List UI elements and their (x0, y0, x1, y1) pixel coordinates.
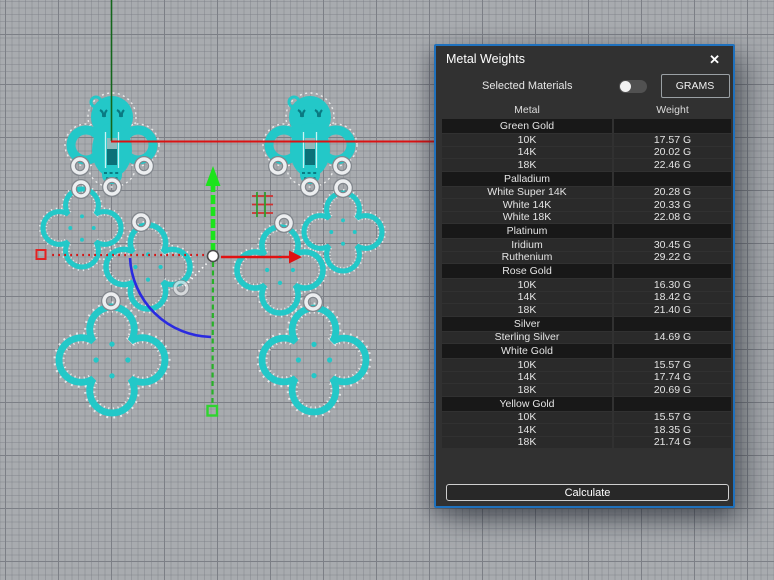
section-header-row: White Gold (442, 344, 731, 358)
clover-left-large[interactable] (59, 307, 165, 413)
panel-controls: Selected Materials GRAMS (436, 72, 733, 100)
metal-weight-row: 10K 17.57 G (442, 134, 731, 146)
metal-weight-row: 18K 21.74 G (442, 436, 731, 448)
metal-weight-row: 18K 22.46 G (442, 159, 731, 171)
toggle-knob (619, 80, 631, 92)
metal-weight-row: White Super 14K 20.28 G (442, 186, 731, 198)
viewport-3d[interactable]: Metal Weights ✕ Selected Materials GRAMS… (0, 0, 774, 580)
metal-weights-panel: Metal Weights ✕ Selected Materials GRAMS… (434, 44, 735, 508)
units-button[interactable]: GRAMS (660, 74, 730, 98)
metal-weight-row: 14K 18.42 G (442, 291, 731, 303)
metal-weight-row: 14K 18.35 G (442, 424, 731, 436)
metal-weight-row: 14K 17.74 G (442, 371, 731, 383)
snap-ring (175, 282, 187, 294)
calculate-button[interactable]: Calculate (446, 484, 729, 501)
metal-weight-row: 10K 15.57 G (442, 411, 731, 423)
gizmo-rotate-arc[interactable] (128, 257, 212, 339)
metal-weight-row: 18K 20.69 G (442, 384, 731, 396)
metal-weight-row: Iridium 30.45 G (442, 239, 731, 251)
section-header-row: Platinum (442, 224, 731, 238)
bail-ring-right (306, 295, 320, 309)
weights-table: Green Gold 10K 17.57 G 14K 20.02 G 18K 22.46 G… (436, 117, 733, 448)
panel-header: Metal Weights ✕ (436, 46, 733, 70)
gizmo-green-dashed-line (211, 261, 215, 404)
gizmo-origin-dot[interactable] (206, 249, 220, 263)
column-header-weight: Weight (656, 104, 689, 116)
gizmo-move-y-arrowhead[interactable] (205, 166, 221, 186)
clover-right-large[interactable] (262, 308, 366, 412)
selected-materials-label: Selected Materials (482, 80, 573, 92)
close-icon[interactable]: ✕ (706, 52, 723, 67)
gizmo-anchor-square-red[interactable] (35, 249, 47, 260)
metal-weight-row: White 14K 20.33 G (442, 199, 731, 211)
scale-widget[interactable] (252, 192, 273, 217)
metal-weight-row: Ruthenium 29.22 G (442, 251, 731, 263)
metal-weight-row: 10K 15.57 G (442, 359, 731, 371)
gizmo-anchor-square-green[interactable] (206, 404, 219, 417)
metal-weight-row: Sterling Silver 14.69 G (442, 331, 731, 343)
section-header-row: Green Gold (442, 119, 731, 133)
panel-title: Metal Weights (446, 52, 525, 66)
column-header-metal: Metal (514, 104, 540, 116)
metal-weight-row: 10K 16.30 G (442, 279, 731, 291)
section-header-row: Silver (442, 316, 731, 331)
section-header-row: Rose Gold (442, 264, 731, 278)
section-header-row: Palladium (442, 171, 731, 186)
selected-materials-toggle[interactable] (618, 79, 647, 93)
section-header-row: Yellow Gold (442, 396, 731, 411)
metal-weight-row: 18K 21.40 G (442, 304, 731, 316)
bail-ring-left (104, 294, 118, 308)
table-column-headers: Metal Weight (436, 103, 733, 117)
metal-weight-row: 14K 20.02 G (442, 146, 731, 158)
metal-weight-row: White 18K 22.08 G (442, 211, 731, 223)
